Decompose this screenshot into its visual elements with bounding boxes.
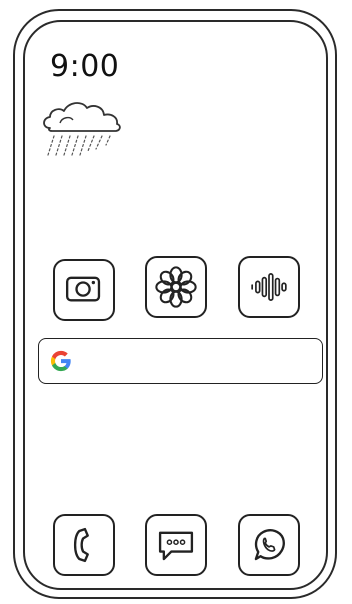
- google-g-icon: [50, 350, 71, 372]
- google-search-bar[interactable]: [38, 338, 323, 384]
- messages-app-button[interactable]: [145, 514, 207, 576]
- whatsapp-app-button[interactable]: [238, 514, 300, 576]
- message-bubble-icon: [158, 531, 194, 561]
- phone-app-button[interactable]: [53, 514, 115, 576]
- flower-app-button[interactable]: [145, 256, 207, 318]
- rain-cloud-icon[interactable]: [40, 93, 132, 159]
- camera-app-button[interactable]: [53, 259, 115, 321]
- voice-app-button[interactable]: [238, 256, 300, 318]
- search-input[interactable]: [79, 347, 312, 377]
- camera-icon: [65, 276, 101, 302]
- sound-wave-icon: [251, 273, 287, 301]
- phone-icon: [73, 527, 89, 563]
- whatsapp-icon: [254, 529, 285, 561]
- clock-time: 9:00: [50, 49, 120, 84]
- flower-icon: [155, 266, 197, 308]
